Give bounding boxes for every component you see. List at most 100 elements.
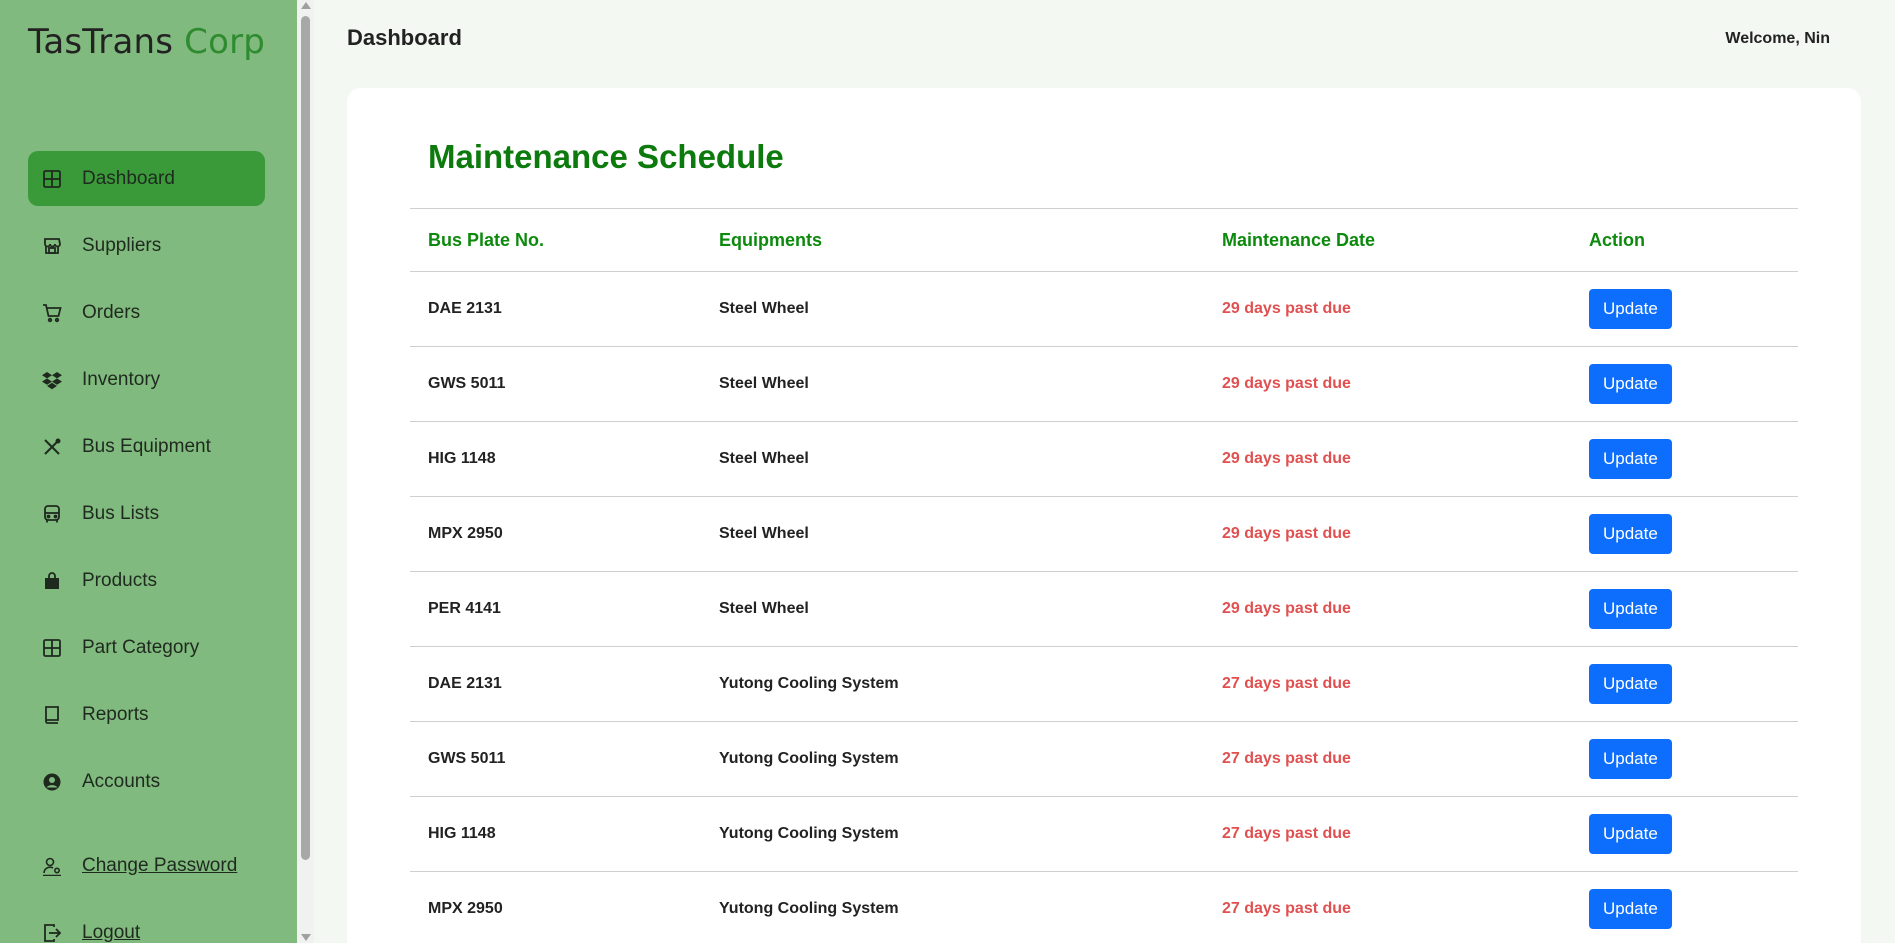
plate-cell: DAE 2131 [410,646,701,722]
sidebar-item-label: Accounts [82,770,161,792]
sidebar-item-label: Reports [82,703,149,725]
update-button[interactable]: Update [1589,814,1672,854]
table-row: GWS 5011 Yutong Cooling System 27 days p… [410,721,1798,797]
grid-icon [40,636,64,660]
column-header-equipments: Equipments [701,208,1204,272]
grid-icon [40,167,64,191]
maintenance-date-cell: 29 days past due [1204,346,1571,422]
sidebar-item-change-password[interactable]: Change Password [28,838,265,893]
maintenance-date-cell: 27 days past due [1204,721,1571,797]
action-cell: Update [1571,796,1798,872]
sidebar-item-label: Products [82,569,157,591]
action-cell: Update [1571,496,1798,572]
sidebar-item-label: Inventory [82,368,161,390]
cart-icon [40,301,64,325]
sidebar-item-products[interactable]: Products [28,553,265,608]
maintenance-date-cell: 29 days past due [1204,496,1571,572]
sidebar-nav: Dashboard Suppliers Orders Inventory Bus… [28,151,265,821]
sidebar-item-orders[interactable]: Orders [28,285,265,340]
maintenance-schedule-card: Maintenance Schedule Bus Plate No. Equip… [347,88,1861,943]
equipment-cell: Steel Wheel [701,571,1204,647]
plate-cell: GWS 5011 [410,346,701,422]
action-cell: Update [1571,421,1798,497]
action-cell: Update [1571,721,1798,797]
action-cell: Update [1571,571,1798,647]
plate-cell: HIG 1148 [410,796,701,872]
maintenance-date-cell: 29 days past due [1204,571,1571,647]
update-button[interactable]: Update [1589,289,1672,329]
table-header-row: Bus Plate No. Equipments Maintenance Dat… [410,208,1798,272]
sidebar-item-suppliers[interactable]: Suppliers [28,218,265,273]
equipment-cell: Steel Wheel [701,346,1204,422]
bus-icon [40,502,64,526]
update-button[interactable]: Update [1589,664,1672,704]
sidebar-item-label: Suppliers [82,234,162,256]
table-row: MPX 2950 Yutong Cooling System 27 days p… [410,871,1798,943]
sidebar-item-logout[interactable]: Logout [28,905,265,943]
equipment-cell: Steel Wheel [701,271,1204,347]
update-button[interactable]: Update [1589,364,1672,404]
equipment-cell: Steel Wheel [701,421,1204,497]
table-row: DAE 2131 Yutong Cooling System 27 days p… [410,646,1798,722]
table-row: DAE 2131 Steel Wheel 29 days past due Up… [410,271,1798,347]
equipment-cell: Yutong Cooling System [701,796,1204,872]
update-button[interactable]: Update [1589,439,1672,479]
maintenance-date-cell: 29 days past due [1204,271,1571,347]
plate-cell: HIG 1148 [410,421,701,497]
plate-cell: DAE 2131 [410,271,701,347]
update-button[interactable]: Update [1589,514,1672,554]
sidebar-item-label: Dashboard [82,167,175,189]
action-cell: Update [1571,646,1798,722]
scroll-down-arrow-icon[interactable] [301,934,311,941]
sidebar-item-part-category[interactable]: Part Category [28,620,265,675]
sidebar-item-label: Bus Equipment [82,435,211,457]
sidebar: TasTrans Corp Dashboard Suppliers Orders [0,0,297,943]
book-icon [40,703,64,727]
sidebar-item-label: Orders [82,301,141,323]
sidebar-account-nav: Change Password Logout [28,838,265,943]
plate-cell: MPX 2950 [410,871,701,943]
plate-cell: PER 4141 [410,571,701,647]
maintenance-date-cell: 29 days past due [1204,421,1571,497]
action-cell: Update [1571,871,1798,943]
column-header-maintenance-date: Maintenance Date [1204,208,1571,272]
equipment-cell: Yutong Cooling System [701,646,1204,722]
sidebar-item-inventory[interactable]: Inventory [28,352,265,407]
table-row: PER 4141 Steel Wheel 29 days past due Up… [410,571,1798,647]
update-button[interactable]: Update [1589,589,1672,629]
bag-icon [40,569,64,593]
table-row: HIG 1148 Steel Wheel 29 days past due Up… [410,421,1798,497]
plate-cell: MPX 2950 [410,496,701,572]
sidebar-item-label: Part Category [82,636,200,658]
maintenance-date-cell: 27 days past due [1204,796,1571,872]
plate-cell: GWS 5011 [410,721,701,797]
page-title: Dashboard [347,25,462,50]
sidebar-item-dashboard[interactable]: Dashboard [28,151,265,206]
sidebar-item-accounts[interactable]: Accounts [28,754,265,809]
sidebar-item-label: Change Password [82,854,238,876]
person-circle-icon [40,770,64,794]
column-header-action: Action [1571,208,1798,272]
update-button[interactable]: Update [1589,889,1672,929]
column-header-plate: Bus Plate No. [410,208,701,272]
equipment-cell: Steel Wheel [701,496,1204,572]
scroll-up-arrow-icon[interactable] [301,2,311,9]
maintenance-table: Bus Plate No. Equipments Maintenance Dat… [410,208,1798,943]
brand-logo[interactable]: TasTrans Corp [28,22,265,62]
maintenance-schedule-title: Maintenance Schedule [428,138,784,175]
sidebar-item-bus-lists[interactable]: Bus Lists [28,486,265,541]
person-gear-icon [40,854,64,878]
maintenance-date-cell: 27 days past due [1204,871,1571,943]
sidebar-item-label: Bus Lists [82,502,160,524]
sidebar-item-reports[interactable]: Reports [28,687,265,742]
sidebar-item-bus-equipment[interactable]: Bus Equipment [28,419,265,474]
scrollbar-thumb[interactable] [301,16,310,860]
maintenance-date-cell: 27 days past due [1204,646,1571,722]
welcome-message: Welcome, Nin [1725,30,1830,47]
update-button[interactable]: Update [1589,739,1672,779]
table-row: GWS 5011 Steel Wheel 29 days past due Up… [410,346,1798,422]
dropbox-icon [40,368,64,392]
action-cell: Update [1571,271,1798,347]
brand-accent: Corp [184,22,266,62]
sidebar-scrollbar[interactable] [297,0,314,943]
